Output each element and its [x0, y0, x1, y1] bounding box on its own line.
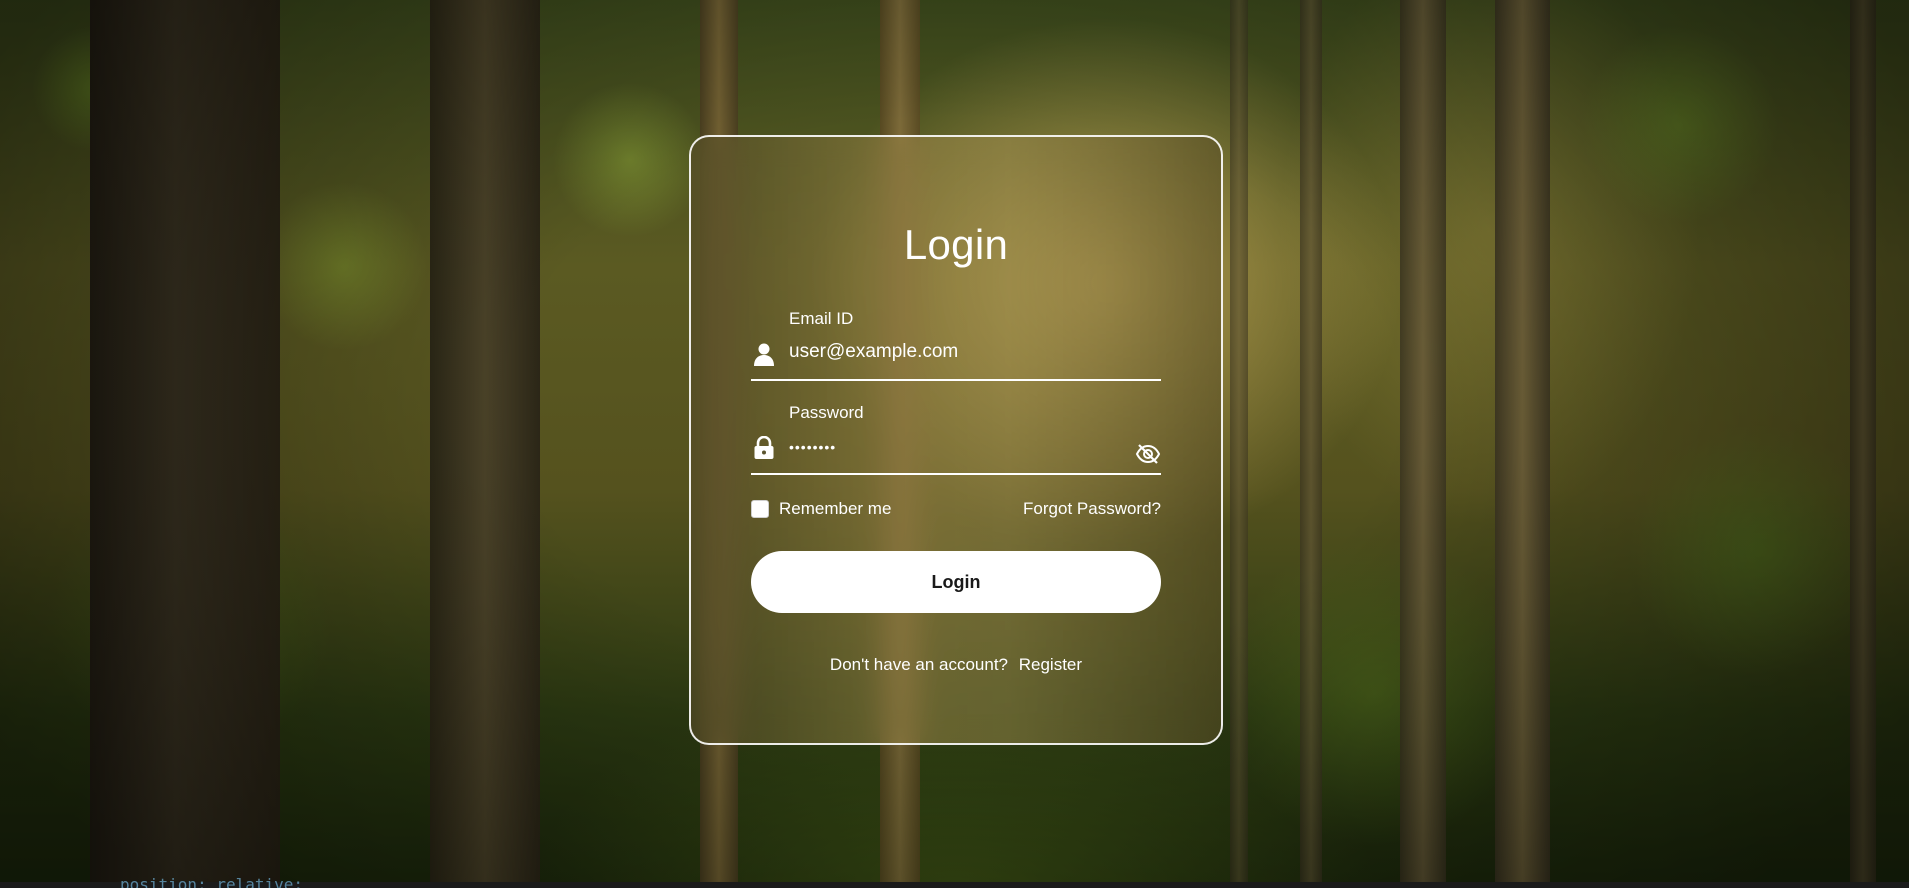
form-options-row: Remember me Forgot Password?	[751, 499, 1161, 523]
email-field-group: Email ID	[751, 299, 1161, 381]
remember-me-label: Remember me	[779, 499, 892, 518]
login-form-content: Login Email ID Password	[751, 137, 1161, 743]
forgot-password-link[interactable]: Forgot Password?	[1023, 499, 1161, 519]
eye-off-icon[interactable]	[1135, 443, 1161, 465]
email-label: Email ID	[789, 309, 854, 328]
register-prompt: Don't have an account?	[829, 655, 1009, 674]
login-button[interactable]: Login	[751, 551, 1161, 613]
user-icon	[754, 343, 774, 366]
remember-me-checkbox[interactable]	[751, 500, 769, 518]
password-input[interactable]	[789, 439, 1129, 455]
email-input[interactable]	[789, 341, 1129, 363]
login-card: Login Email ID Password	[689, 135, 1223, 745]
login-page: position: relative; Login Email ID Passw…	[0, 0, 1909, 888]
remember-me-toggle[interactable]: Remember me	[751, 499, 891, 519]
register-link[interactable]: Register	[1019, 655, 1082, 674]
password-label: Password	[789, 403, 864, 422]
code-peek-text: position: relative;	[120, 875, 304, 888]
lock-icon	[754, 436, 774, 459]
password-field-group: Password	[751, 393, 1161, 475]
login-title: Login	[903, 221, 1009, 268]
register-row: Don't have an account? Register	[751, 655, 1161, 675]
